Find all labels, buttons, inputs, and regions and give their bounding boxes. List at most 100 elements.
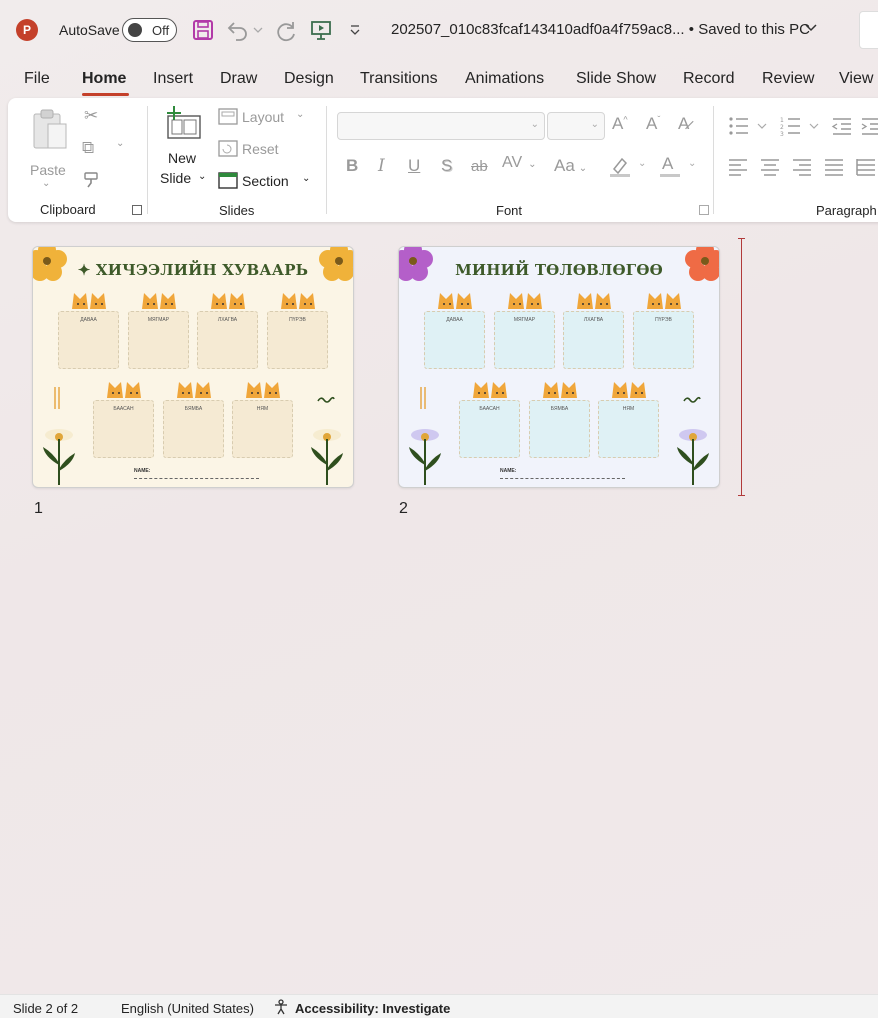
group-divider <box>147 106 148 214</box>
accessibility-status[interactable]: Accessibility: Investigate <box>295 1001 450 1016</box>
tab-record[interactable]: Record <box>683 70 735 88</box>
change-case-button[interactable]: Aa ⌄ <box>554 156 587 176</box>
font-family-select[interactable]: ⌄ <box>337 112 545 140</box>
day-box: БЯМБА <box>529 400 590 458</box>
day-label: ЛХАГВА <box>583 317 604 323</box>
align-left-icon[interactable] <box>728 158 748 179</box>
tab-insert[interactable]: Insert <box>153 70 193 88</box>
redo-icon[interactable] <box>273 17 299 43</box>
grow-font-icon[interactable]: A^ <box>612 114 628 134</box>
slide-title: МИНИЙ ТӨЛӨВЛӨГӨӨ <box>455 261 663 279</box>
chevron-down-icon: ⌄ <box>530 119 539 130</box>
document-title[interactable]: 202507_010c83fcaf143410adf0a4f759ac8... … <box>391 21 810 38</box>
day-box: ДАВАА <box>58 311 119 369</box>
cat-icon <box>436 289 474 309</box>
tab-view[interactable]: View <box>839 70 873 88</box>
cat-icon <box>575 289 613 309</box>
tab-review[interactable]: Review <box>762 70 814 88</box>
tab-draw[interactable]: Draw <box>220 70 257 88</box>
day-box: ЛХАГВА <box>197 311 258 369</box>
tab-animations[interactable]: Animations <box>465 70 544 88</box>
copy-icon[interactable]: ⧉ <box>82 138 94 158</box>
day-label: НЯМ <box>256 406 269 412</box>
shrink-font-icon[interactable]: Aˇ <box>646 114 660 134</box>
slide-number-1: 1 <box>34 500 43 517</box>
toggle-knob <box>128 23 142 37</box>
day-box: ПҮРЭВ <box>633 311 694 369</box>
autosave-toggle[interactable]: Off <box>122 18 177 42</box>
character-spacing-button[interactable]: AV ⌄ <box>502 154 537 172</box>
paste-button[interactable]: Paste ⌄ <box>28 108 70 189</box>
new-slide-label-2: Slide <box>160 170 192 186</box>
paste-label: Paste <box>30 162 66 178</box>
slide-thumbnail-2[interactable]: МИНИЙ ТӨЛӨВЛӨГӨӨ ДАВАА МЯГМАР ЛХАГВА ПҮРЭВ БА… <box>398 246 720 488</box>
layout-icon <box>218 108 238 125</box>
day-box: ДАВАА <box>424 311 485 369</box>
bold-button[interactable]: B <box>346 156 358 176</box>
plant-left-icon <box>405 425 445 487</box>
day-box: БААСАН <box>459 400 520 458</box>
justify-icon[interactable] <box>824 158 844 179</box>
cut-icon[interactable]: ✂ <box>84 106 98 126</box>
day-label: МЯГМАР <box>513 317 536 323</box>
tab-transitions[interactable]: Transitions <box>360 70 438 88</box>
tab-design[interactable]: Design <box>284 70 334 88</box>
plant-right-icon <box>673 425 713 487</box>
layout-button[interactable]: Layout ⌄ <box>216 108 316 130</box>
italic-button[interactable]: I <box>378 156 385 176</box>
status-bar: Slide 2 of 2 English (United States) Acc… <box>0 994 878 1018</box>
align-right-icon[interactable] <box>792 158 812 179</box>
chevron-down-icon[interactable] <box>804 21 818 38</box>
decrease-indent-icon[interactable] <box>831 116 853 139</box>
slide-counter[interactable]: Slide 2 of 2 <box>13 1001 78 1016</box>
autosave-state: Off <box>152 23 170 38</box>
new-slide-button[interactable]: New Slide ⌄ <box>158 106 212 190</box>
format-painter-icon[interactable] <box>82 170 102 193</box>
undo-icon[interactable] <box>225 17 251 43</box>
reset-label: Reset <box>242 141 279 157</box>
ribbon-tabs: File Home Insert Draw Design Transitions… <box>0 66 878 96</box>
search-box[interactable] <box>859 11 878 49</box>
day-label: БААСАН <box>113 406 134 412</box>
save-icon[interactable] <box>190 17 216 43</box>
undo-dropdown-icon[interactable] <box>251 17 265 43</box>
strikethrough-button[interactable]: ab <box>471 158 488 175</box>
customize-toolbar-icon[interactable] <box>342 17 368 43</box>
slides-group-label: Slides <box>219 203 255 218</box>
present-from-start-icon[interactable] <box>308 17 334 43</box>
group-divider <box>326 106 327 214</box>
clipboard-launcher-icon[interactable] <box>132 205 142 215</box>
svg-text:3: 3 <box>780 131 784 136</box>
tab-home[interactable]: Home <box>82 70 126 88</box>
numbering-icon[interactable]: 123 <box>780 116 824 139</box>
clipboard-group-label: Clipboard <box>40 202 96 217</box>
font-size-select[interactable]: ⌄ <box>547 112 605 140</box>
svg-text:2: 2 <box>780 124 784 131</box>
day-box: БААСАН <box>93 400 154 458</box>
columns-icon[interactable] <box>856 158 876 179</box>
cat-icon <box>175 378 213 398</box>
align-center-icon[interactable] <box>760 158 780 179</box>
day-box: БЯМБА <box>163 400 224 458</box>
bullets-icon[interactable] <box>728 116 772 139</box>
day-label: БААСАН <box>479 406 500 412</box>
text-shadow-button[interactable]: S <box>441 156 452 176</box>
tab-slide-show[interactable]: Slide Show <box>576 70 656 88</box>
highlight-color-icon[interactable]: ⌄ <box>608 154 648 180</box>
accessibility-icon[interactable] <box>273 999 289 1018</box>
reset-button[interactable]: Reset <box>216 140 296 162</box>
section-label: Section <box>242 173 289 189</box>
underline-button[interactable]: U <box>408 156 420 176</box>
chevron-down-icon: ⌄ <box>42 178 51 189</box>
cat-icon <box>279 289 317 309</box>
cat-icon <box>645 289 683 309</box>
language-indicator[interactable]: English (United States) <box>121 1001 254 1016</box>
increase-indent-icon[interactable] <box>860 116 878 139</box>
section-button[interactable]: Section ⌄ <box>216 172 316 194</box>
slide-thumbnail-1[interactable]: ✦ ХИЧЭЭЛИЙН ХУВААРЬ ДАВАА МЯГМАР ЛХАГВА ПҮРЭ… <box>32 246 354 488</box>
font-color-icon[interactable]: A ⌄ <box>658 154 698 180</box>
clear-formatting-icon[interactable]: A̷ <box>678 114 689 134</box>
font-launcher-icon[interactable] <box>699 205 709 215</box>
copy-dropdown-icon[interactable]: ⌄ <box>116 138 124 149</box>
tab-file[interactable]: File <box>24 70 50 88</box>
